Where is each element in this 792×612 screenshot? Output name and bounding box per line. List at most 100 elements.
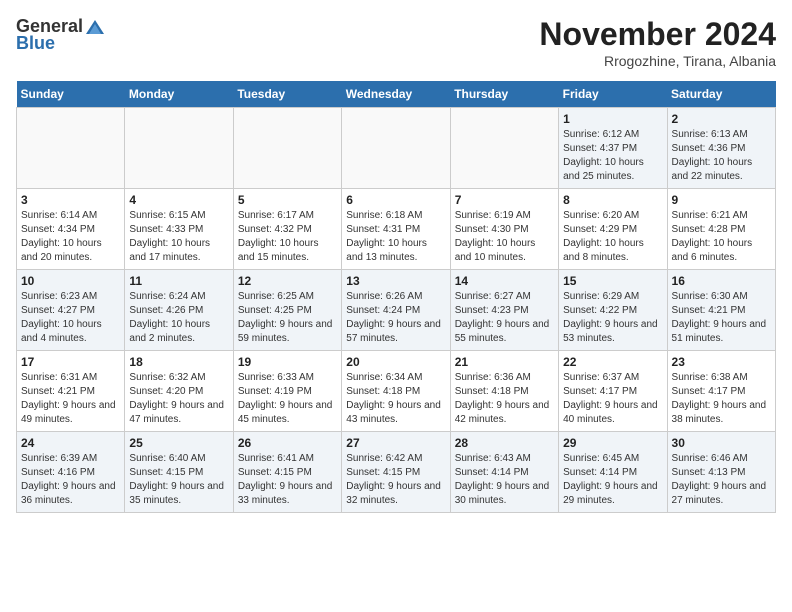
day-number: 16 <box>672 274 771 288</box>
day-info: Sunrise: 6:43 AM Sunset: 4:14 PM Dayligh… <box>455 452 554 508</box>
calendar-cell: 24 Sunrise: 6:39 AM Sunset: 4:16 PM Dayli… <box>17 432 125 513</box>
calendar-cell: 16 Sunrise: 6:30 AM Sunset: 4:21 PM Dayli… <box>667 270 775 351</box>
calendar-cell: 27 Sunrise: 6:42 AM Sunset: 4:15 PM Dayli… <box>342 432 450 513</box>
weekday-header-wednesday: Wednesday <box>342 81 450 108</box>
day-info: Sunrise: 6:24 AM Sunset: 4:26 PM Dayligh… <box>129 290 228 346</box>
calendar-cell: 29Sunrise: 6:45 AM Sunset: 4:14 PM Dayli… <box>559 432 667 513</box>
day-info: Sunrise: 6:23 AM Sunset: 4:27 PM Dayligh… <box>21 290 120 346</box>
calendar-cell <box>342 108 450 189</box>
day-number: 29 <box>563 436 662 450</box>
day-number: 3 <box>21 193 120 207</box>
weekday-header-sunday: Sunday <box>17 81 125 108</box>
day-info: Sunrise: 6:31 AM Sunset: 4:21 PM Dayligh… <box>21 371 120 427</box>
location-subtitle: Rrogozhine, Tirana, Albania <box>539 53 776 69</box>
day-info: Sunrise: 6:19 AM Sunset: 4:30 PM Dayligh… <box>455 209 554 265</box>
logo-icon <box>86 20 104 34</box>
calendar-week-4: 17Sunrise: 6:31 AM Sunset: 4:21 PM Dayli… <box>17 351 776 432</box>
weekday-header-tuesday: Tuesday <box>233 81 341 108</box>
day-number: 2 <box>672 112 771 126</box>
day-number: 19 <box>238 355 337 369</box>
calendar-cell: 28 Sunrise: 6:43 AM Sunset: 4:14 PM Dayli… <box>450 432 558 513</box>
day-number: 15 <box>563 274 662 288</box>
day-number: 6 <box>346 193 445 207</box>
day-info: Sunrise: 6:37 AM Sunset: 4:17 PM Dayligh… <box>563 371 662 427</box>
calendar-cell: 3 Sunrise: 6:14 AM Sunset: 4:34 PM Daylig… <box>17 189 125 270</box>
day-info: Sunrise: 6:46 AM Sunset: 4:13 PM Dayligh… <box>672 452 771 508</box>
day-info: Sunrise: 6:25 AM Sunset: 4:25 PM Dayligh… <box>238 290 337 346</box>
day-info: Sunrise: 6:40 AM Sunset: 4:15 PM Dayligh… <box>129 452 228 508</box>
day-info: Sunrise: 6:39 AM Sunset: 4:16 PM Dayligh… <box>21 452 120 508</box>
day-number: 30 <box>672 436 771 450</box>
calendar-cell: 14Sunrise: 6:27 AM Sunset: 4:23 PM Dayli… <box>450 270 558 351</box>
calendar-cell: 17Sunrise: 6:31 AM Sunset: 4:21 PM Dayli… <box>17 351 125 432</box>
weekday-header-friday: Friday <box>559 81 667 108</box>
day-info: Sunrise: 6:38 AM Sunset: 4:17 PM Dayligh… <box>672 371 771 427</box>
day-info: Sunrise: 6:29 AM Sunset: 4:22 PM Dayligh… <box>563 290 662 346</box>
calendar-header-row: SundayMondayTuesdayWednesdayThursdayFrid… <box>17 81 776 108</box>
weekday-header-saturday: Saturday <box>667 81 775 108</box>
calendar-cell: 26Sunrise: 6:41 AM Sunset: 4:15 PM Dayli… <box>233 432 341 513</box>
calendar-cell <box>450 108 558 189</box>
calendar-cell: 9 Sunrise: 6:21 AM Sunset: 4:28 PM Daylig… <box>667 189 775 270</box>
month-title: November 2024 <box>539 16 776 53</box>
day-info: Sunrise: 6:27 AM Sunset: 4:23 PM Dayligh… <box>455 290 554 346</box>
calendar-cell: 12 Sunrise: 6:25 AM Sunset: 4:25 PM Dayli… <box>233 270 341 351</box>
calendar-cell <box>125 108 233 189</box>
day-info: Sunrise: 6:18 AM Sunset: 4:31 PM Dayligh… <box>346 209 445 265</box>
calendar-cell: 18 Sunrise: 6:32 AM Sunset: 4:20 PM Dayli… <box>125 351 233 432</box>
day-number: 22 <box>563 355 662 369</box>
calendar-cell: 21Sunrise: 6:36 AM Sunset: 4:18 PM Dayli… <box>450 351 558 432</box>
day-number: 24 <box>21 436 120 450</box>
day-info: Sunrise: 6:30 AM Sunset: 4:21 PM Dayligh… <box>672 290 771 346</box>
day-info: Sunrise: 6:36 AM Sunset: 4:18 PM Dayligh… <box>455 371 554 427</box>
day-number: 27 <box>346 436 445 450</box>
day-number: 18 <box>129 355 228 369</box>
calendar-cell: 30 Sunrise: 6:46 AM Sunset: 4:13 PM Dayli… <box>667 432 775 513</box>
day-info: Sunrise: 6:42 AM Sunset: 4:15 PM Dayligh… <box>346 452 445 508</box>
day-info: Sunrise: 6:34 AM Sunset: 4:18 PM Dayligh… <box>346 371 445 427</box>
day-number: 10 <box>21 274 120 288</box>
logo-blue: Blue <box>16 33 55 54</box>
calendar-cell: 8Sunrise: 6:20 AM Sunset: 4:29 PM Daylig… <box>559 189 667 270</box>
day-number: 28 <box>455 436 554 450</box>
calendar-cell: 5 Sunrise: 6:17 AM Sunset: 4:32 PM Daylig… <box>233 189 341 270</box>
day-info: Sunrise: 6:33 AM Sunset: 4:19 PM Dayligh… <box>238 371 337 427</box>
calendar-cell <box>17 108 125 189</box>
day-info: Sunrise: 6:26 AM Sunset: 4:24 PM Dayligh… <box>346 290 445 346</box>
day-number: 5 <box>238 193 337 207</box>
day-info: Sunrise: 6:13 AM Sunset: 4:36 PM Dayligh… <box>672 128 771 184</box>
calendar-cell: 4Sunrise: 6:15 AM Sunset: 4:33 PM Daylig… <box>125 189 233 270</box>
day-number: 1 <box>563 112 662 126</box>
day-info: Sunrise: 6:20 AM Sunset: 4:29 PM Dayligh… <box>563 209 662 265</box>
day-number: 25 <box>129 436 228 450</box>
calendar-cell: 15 Sunrise: 6:29 AM Sunset: 4:22 PM Dayli… <box>559 270 667 351</box>
calendar-cell: 13 Sunrise: 6:26 AM Sunset: 4:24 PM Dayli… <box>342 270 450 351</box>
day-number: 9 <box>672 193 771 207</box>
day-number: 4 <box>129 193 228 207</box>
calendar-week-1: 1 Sunrise: 6:12 AM Sunset: 4:37 PM Daylig… <box>17 108 776 189</box>
day-number: 11 <box>129 274 228 288</box>
weekday-header-monday: Monday <box>125 81 233 108</box>
day-number: 12 <box>238 274 337 288</box>
calendar-cell: 23Sunrise: 6:38 AM Sunset: 4:17 PM Dayli… <box>667 351 775 432</box>
day-info: Sunrise: 6:17 AM Sunset: 4:32 PM Dayligh… <box>238 209 337 265</box>
day-number: 7 <box>455 193 554 207</box>
calendar-table: SundayMondayTuesdayWednesdayThursdayFrid… <box>16 81 776 513</box>
calendar-week-2: 3 Sunrise: 6:14 AM Sunset: 4:34 PM Daylig… <box>17 189 776 270</box>
calendar-cell: 1 Sunrise: 6:12 AM Sunset: 4:37 PM Daylig… <box>559 108 667 189</box>
calendar-cell: 19 Sunrise: 6:33 AM Sunset: 4:19 PM Dayli… <box>233 351 341 432</box>
calendar-cell: 7 Sunrise: 6:19 AM Sunset: 4:30 PM Daylig… <box>450 189 558 270</box>
logo: General Blue <box>16 16 105 54</box>
calendar-cell: 11 Sunrise: 6:24 AM Sunset: 4:26 PM Dayli… <box>125 270 233 351</box>
day-info: Sunrise: 6:21 AM Sunset: 4:28 PM Dayligh… <box>672 209 771 265</box>
day-info: Sunrise: 6:14 AM Sunset: 4:34 PM Dayligh… <box>21 209 120 265</box>
calendar-week-5: 24 Sunrise: 6:39 AM Sunset: 4:16 PM Dayli… <box>17 432 776 513</box>
day-number: 13 <box>346 274 445 288</box>
calendar-cell: 22 Sunrise: 6:37 AM Sunset: 4:17 PM Dayli… <box>559 351 667 432</box>
day-info: Sunrise: 6:12 AM Sunset: 4:37 PM Dayligh… <box>563 128 662 184</box>
calendar-cell: 10 Sunrise: 6:23 AM Sunset: 4:27 PM Dayli… <box>17 270 125 351</box>
calendar-cell: 20Sunrise: 6:34 AM Sunset: 4:18 PM Dayli… <box>342 351 450 432</box>
day-info: Sunrise: 6:32 AM Sunset: 4:20 PM Dayligh… <box>129 371 228 427</box>
title-section: November 2024 Rrogozhine, Tirana, Albani… <box>539 16 776 69</box>
calendar-cell: 25 Sunrise: 6:40 AM Sunset: 4:15 PM Dayli… <box>125 432 233 513</box>
